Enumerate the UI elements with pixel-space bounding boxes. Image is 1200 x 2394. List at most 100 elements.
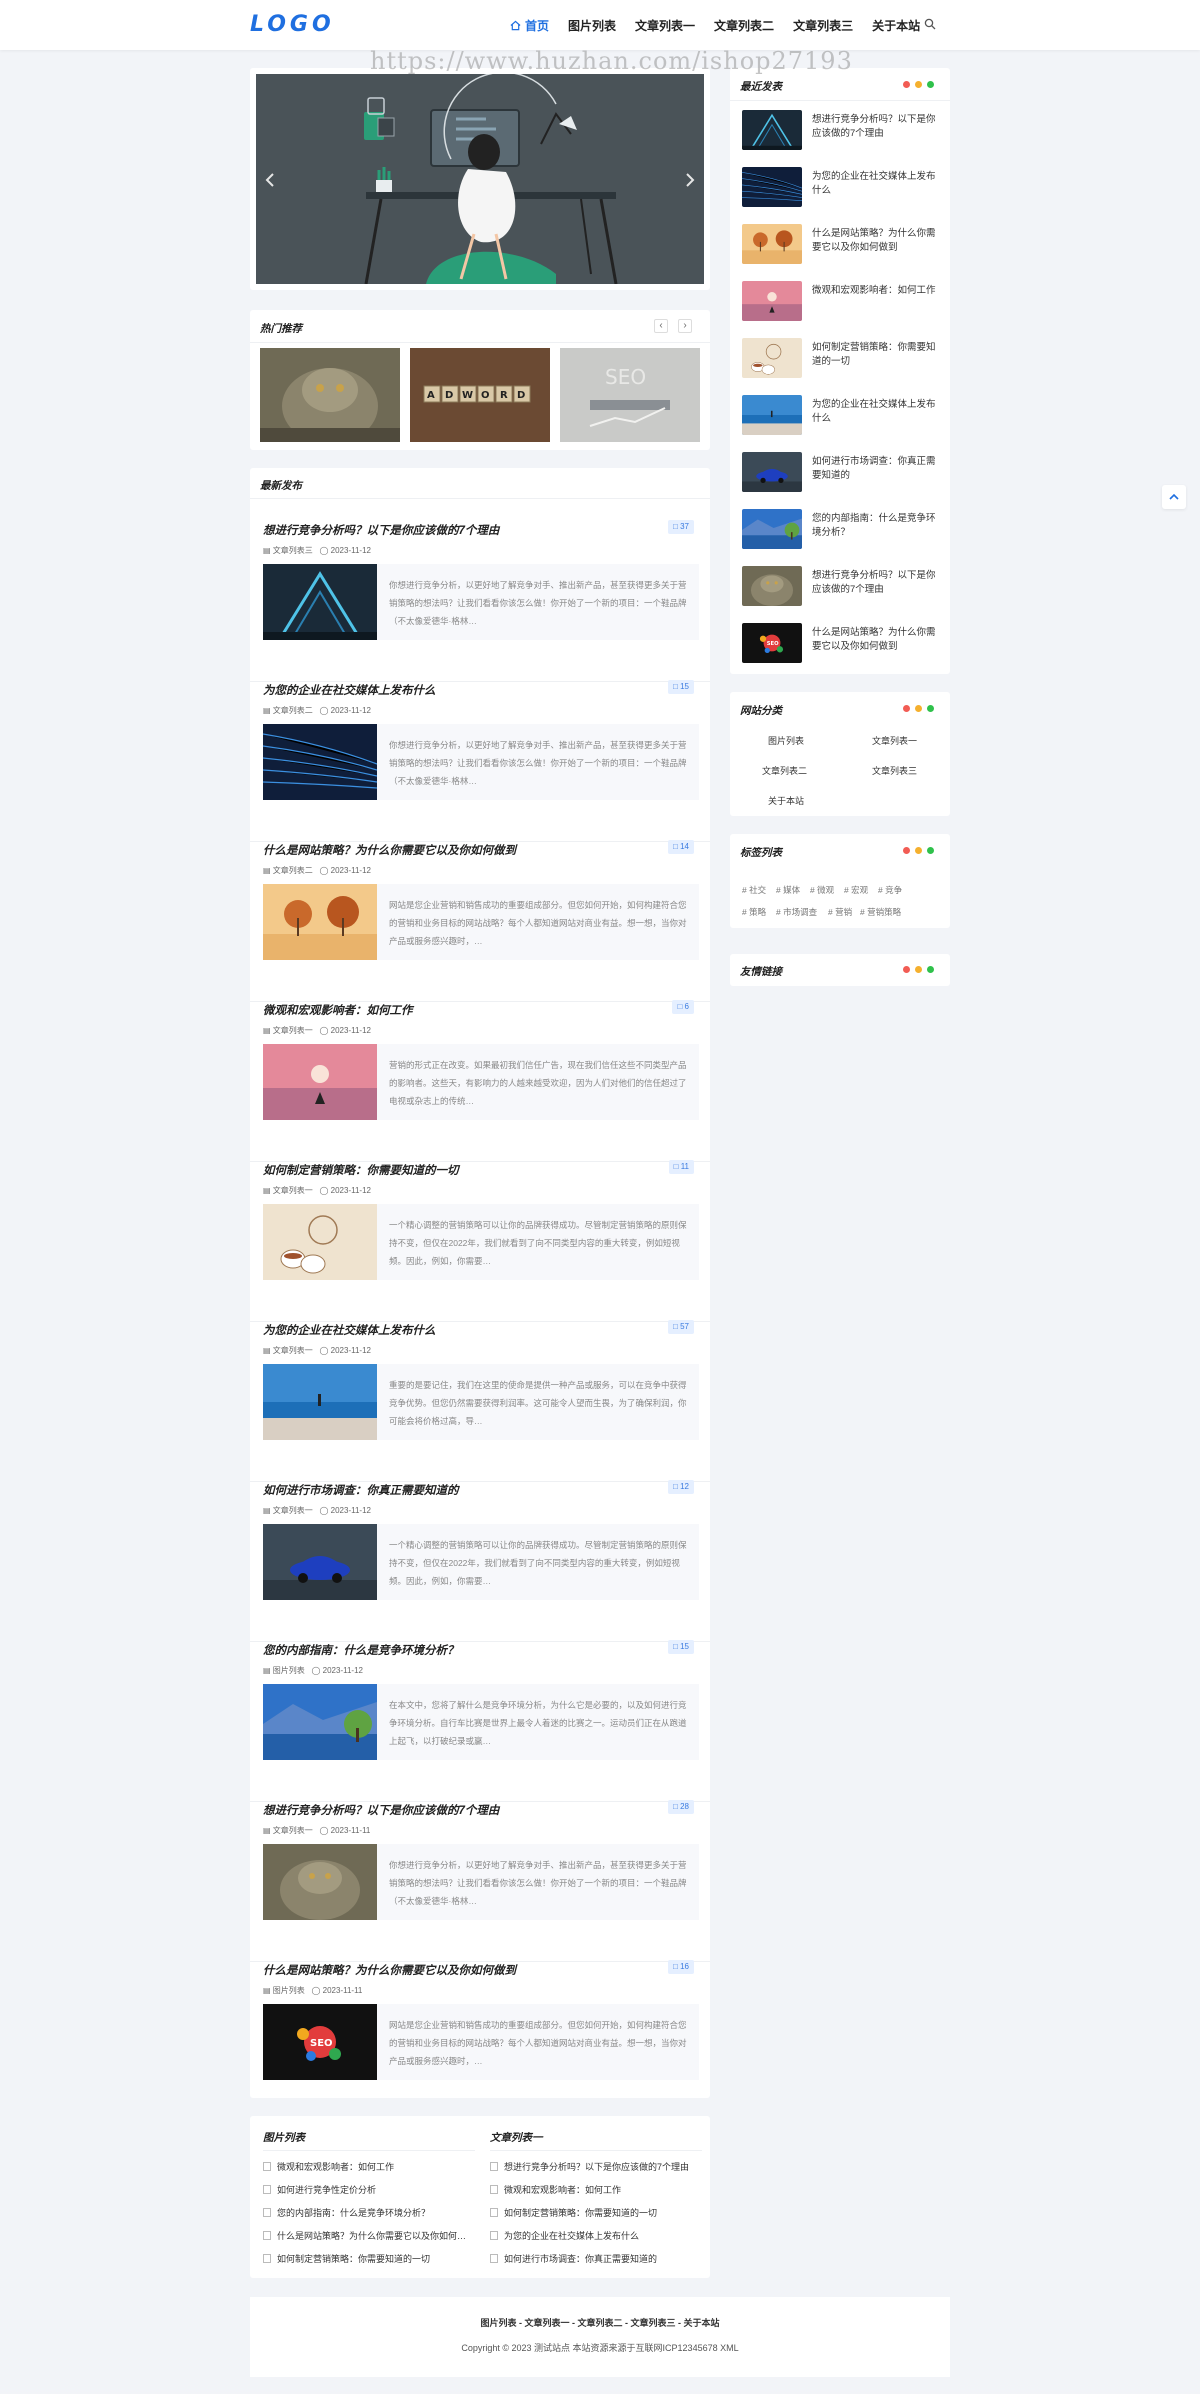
bottom-list-item[interactable]: 微观和宏观影响者：如何工作 — [263, 2160, 394, 2173]
bottom-list-item-label[interactable]: 如何进行市场调查：你真正需要知道的 — [504, 2252, 657, 2265]
post-thumbnail[interactable] — [263, 1364, 377, 1440]
recent-title[interactable]: 为您的企业在社交媒体上发布什么 — [812, 170, 940, 198]
recent-item[interactable]: 想进行竞争分析吗？以下是你应该做的7个理由 — [742, 566, 952, 606]
post-title[interactable]: 微观和宏观影响者：如何工作 — [263, 1002, 413, 1018]
nav-article-list-1[interactable]: 文章列表一 — [635, 17, 695, 34]
bottom-list-item[interactable]: 您的内部指南：什么是竞争环境分析？ — [263, 2206, 430, 2219]
hot-prev-button[interactable]: ‹ — [654, 319, 668, 333]
recent-thumbnail[interactable] — [742, 452, 802, 492]
post-title[interactable]: 什么是网站策略？为什么你需要它以及你如何做到 — [263, 842, 516, 858]
bottom-list-item-label[interactable]: 为您的企业在社交媒体上发布什么 — [504, 2229, 639, 2242]
site-logo[interactable]: LOGO — [250, 12, 335, 37]
recent-item[interactable]: 您的内部指南：什么是竞争环境分析？ — [742, 509, 952, 549]
tag-item[interactable]: # 媒体 — [776, 884, 800, 896]
nav-about[interactable]: 关于本站 — [872, 17, 920, 34]
search-icon[interactable] — [924, 18, 936, 30]
tag-item[interactable]: # 营销 — [828, 906, 852, 918]
post-thumbnail[interactable]: SEO — [263, 2004, 377, 2080]
category-item[interactable]: 关于本站 — [768, 794, 804, 807]
recent-thumbnail[interactable] — [742, 167, 802, 207]
bottom-list-item[interactable]: 如何进行竞争性定价分析 — [263, 2183, 376, 2196]
post-category[interactable]: 文章列表二 — [273, 706, 313, 715]
recent-thumbnail[interactable] — [742, 281, 802, 321]
nav-article-list-2[interactable]: 文章列表二 — [714, 17, 774, 34]
tag-item[interactable]: # 宏观 — [844, 884, 868, 896]
recent-thumbnail[interactable] — [742, 509, 802, 549]
recent-title[interactable]: 想进行竞争分析吗？以下是你应该做的7个理由 — [812, 569, 940, 597]
post-thumbnail[interactable] — [263, 884, 377, 960]
recent-thumbnail[interactable] — [742, 395, 802, 435]
recent-title[interactable]: 如何进行市场调查：你真正需要知道的 — [812, 455, 940, 483]
recent-title[interactable]: 为您的企业在社交媒体上发布什么 — [812, 398, 940, 426]
post-category[interactable]: 文章列表一 — [273, 1506, 313, 1515]
post-thumbnail[interactable] — [263, 1524, 377, 1600]
tag-item[interactable]: # 市场调查 — [776, 906, 817, 918]
tag-item[interactable]: # 竞争 — [878, 884, 902, 896]
post-thumbnail[interactable] — [263, 724, 377, 800]
recent-thumbnail[interactable] — [742, 224, 802, 264]
bottom-list-item[interactable]: 什么是网站策略？为什么你需要它以及你如何… — [263, 2229, 466, 2242]
post-category[interactable]: 文章列表三 — [273, 546, 313, 555]
recent-item[interactable]: SEO 什么是网站策略？为什么你需要它以及你如何做到 — [742, 623, 952, 663]
bottom-list-item-label[interactable]: 微观和宏观影响者：如何工作 — [277, 2160, 394, 2173]
tag-item[interactable]: # 营销策略 — [860, 906, 901, 918]
bottom-list-item-label[interactable]: 如何制定营销策略：你需要知道的一切 — [504, 2206, 657, 2219]
post-thumbnail[interactable] — [263, 1684, 377, 1760]
nav-home[interactable]: 首页 — [510, 17, 549, 34]
hot-thumb-adwords[interactable]: ADWORD — [410, 348, 550, 442]
category-item[interactable]: 文章列表二 — [762, 764, 807, 777]
post-title[interactable]: 想进行竞争分析吗？以下是你应该做的7个理由 — [263, 1802, 499, 1818]
recent-item[interactable]: 为您的企业在社交媒体上发布什么 — [742, 167, 952, 207]
recent-title[interactable]: 微观和宏观影响者：如何工作 — [812, 284, 940, 298]
post-thumbnail[interactable] — [263, 564, 377, 640]
bottom-list-item[interactable]: 想进行竞争分析吗？以下是你应该做的7个理由 — [490, 2160, 689, 2173]
tag-item[interactable]: # 微观 — [810, 884, 834, 896]
hot-next-button[interactable]: › — [678, 319, 692, 333]
tag-item[interactable]: # 策略 — [742, 906, 766, 918]
nav-article-list-3[interactable]: 文章列表三 — [793, 17, 853, 34]
post-title[interactable]: 想进行竞争分析吗？以下是你应该做的7个理由 — [263, 522, 499, 538]
bottom-list-item-label[interactable]: 微观和宏观影响者：如何工作 — [504, 2183, 621, 2196]
bottom-list-item[interactable]: 如何制定营销策略：你需要知道的一切 — [490, 2206, 657, 2219]
recent-item[interactable]: 如何制定营销策略：你需要知道的一切 — [742, 338, 952, 378]
post-title[interactable]: 为您的企业在社交媒体上发布什么 — [263, 1322, 436, 1338]
post-thumbnail[interactable] — [263, 1844, 377, 1920]
post-thumbnail[interactable] — [263, 1204, 377, 1280]
recent-item[interactable]: 什么是网站策略？为什么你需要它以及你如何做到 — [742, 224, 952, 264]
recent-item[interactable]: 为您的企业在社交媒体上发布什么 — [742, 395, 952, 435]
post-category[interactable]: 文章列表一 — [273, 1346, 313, 1355]
hot-thumb-cat[interactable] — [260, 348, 400, 442]
recent-title[interactable]: 如何制定营销策略：你需要知道的一切 — [812, 341, 940, 369]
recent-thumbnail[interactable] — [742, 338, 802, 378]
chevron-left-icon[interactable] — [264, 172, 276, 188]
chevron-right-icon[interactable] — [684, 172, 696, 188]
recent-title[interactable]: 什么是网站策略？为什么你需要它以及你如何做到 — [812, 227, 940, 255]
bottom-list-item-label[interactable]: 您的内部指南：什么是竞争环境分析？ — [277, 2206, 430, 2219]
post-thumbnail[interactable] — [263, 1044, 377, 1120]
post-title[interactable]: 什么是网站策略？为什么你需要它以及你如何做到 — [263, 1962, 516, 1978]
bottom-list-item-label[interactable]: 想进行竞争分析吗？以下是你应该做的7个理由 — [504, 2160, 689, 2173]
recent-item[interactable]: 微观和宏观影响者：如何工作 — [742, 281, 952, 321]
footer-links[interactable]: 图片列表 - 文章列表一 - 文章列表二 - 文章列表三 - 关于本站 — [250, 2316, 950, 2329]
post-title[interactable]: 您的内部指南：什么是竞争环境分析？ — [263, 1642, 459, 1658]
bottom-list-item[interactable]: 如何进行市场调查：你真正需要知道的 — [490, 2252, 657, 2265]
category-item[interactable]: 图片列表 — [768, 734, 804, 747]
post-category[interactable]: 文章列表一 — [273, 1186, 313, 1195]
category-item[interactable]: 文章列表一 — [872, 734, 917, 747]
bottom-list-item-label[interactable]: 如何制定营销策略：你需要知道的一切 — [277, 2252, 430, 2265]
post-category[interactable]: 文章列表一 — [273, 1026, 313, 1035]
back-to-top-button[interactable] — [1162, 485, 1186, 509]
bottom-list-item[interactable]: 为您的企业在社交媒体上发布什么 — [490, 2229, 639, 2242]
post-title[interactable]: 如何进行市场调查：你真正需要知道的 — [263, 1482, 459, 1498]
recent-thumbnail[interactable]: SEO — [742, 623, 802, 663]
category-item[interactable]: 文章列表三 — [872, 764, 917, 777]
recent-title[interactable]: 什么是网站策略？为什么你需要它以及你如何做到 — [812, 626, 940, 654]
hot-thumb-seo[interactable]: SEO — [560, 348, 700, 442]
recent-thumbnail[interactable] — [742, 110, 802, 150]
bottom-list-item-label[interactable]: 如何进行竞争性定价分析 — [277, 2183, 376, 2196]
nav-image-list[interactable]: 图片列表 — [568, 17, 616, 34]
tag-item[interactable]: # 社交 — [742, 884, 766, 896]
post-title[interactable]: 如何制定营销策略：你需要知道的一切 — [263, 1162, 459, 1178]
post-category[interactable]: 图片列表 — [273, 1666, 305, 1675]
recent-title[interactable]: 想进行竞争分析吗？以下是你应该做的7个理由 — [812, 113, 940, 141]
